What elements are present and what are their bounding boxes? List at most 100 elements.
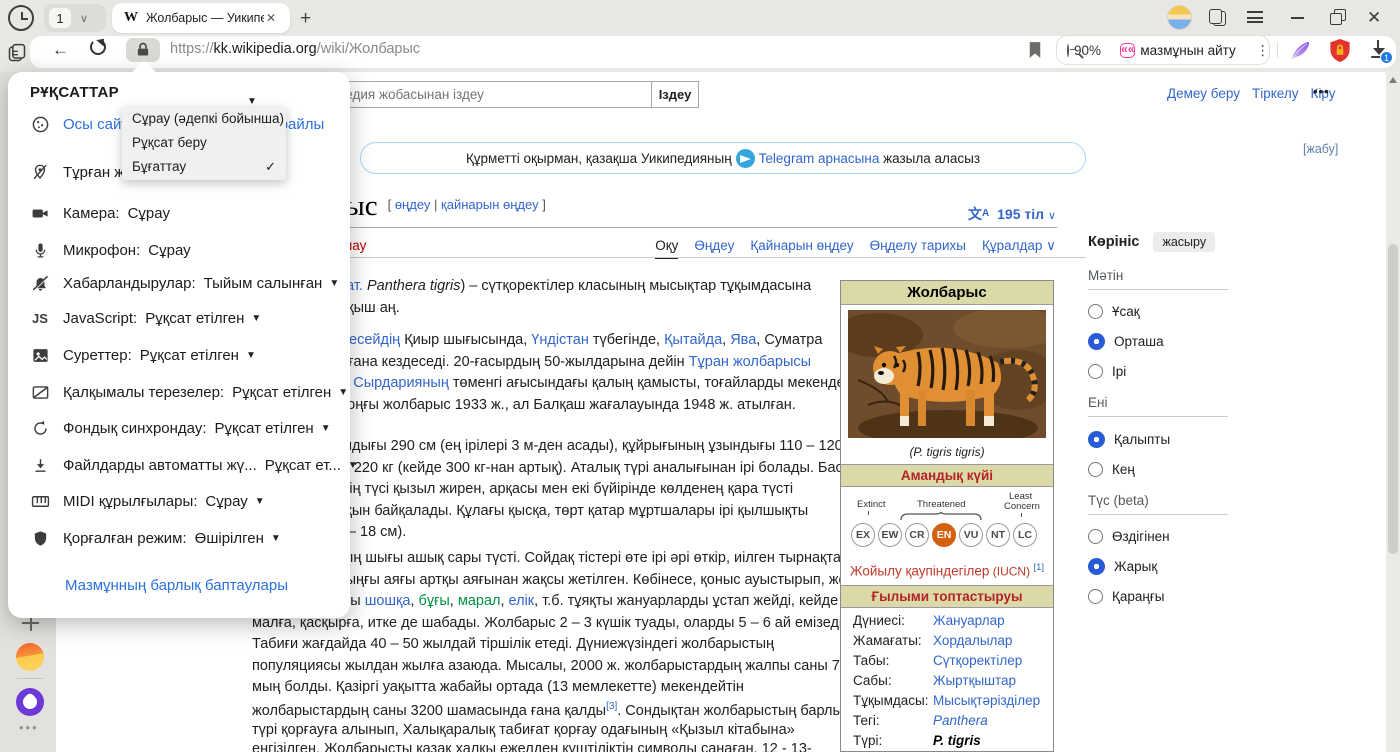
tiger-image[interactable]	[841, 305, 1053, 443]
permission-row-microphone[interactable]: Микрофон:Сұрау	[30, 240, 191, 260]
article-link[interactable]: марал	[458, 593, 501, 609]
article-link[interactable]: Ява	[730, 332, 756, 348]
article-link[interactable]: елік	[509, 593, 535, 609]
article-link[interactable]: Сырдарияның	[353, 375, 449, 391]
taxonomy-value[interactable]: Жануарлар	[933, 613, 1005, 628]
back-icon[interactable]: ←	[52, 40, 69, 60]
title-edit-links[interactable]: [ өңдеу | қайнарын өңдеу ]	[388, 197, 546, 212]
telegram-link[interactable]: Telegram арнасына	[759, 151, 880, 166]
read-aloud-button[interactable]: мазмұнын айту	[1140, 43, 1235, 58]
permission-label: JavaScript:	[63, 310, 137, 327]
appearance-option-Өздігінен[interactable]: Өздігінен	[1088, 529, 1228, 544]
zoom-out-icon[interactable]	[1067, 44, 1069, 57]
new-tab-button[interactable]: +	[300, 8, 311, 30]
appearance-option-Қараңғы[interactable]: Қараңғы	[1088, 589, 1228, 604]
page-scrollbar[interactable]	[1386, 72, 1400, 752]
view-tab-Өңделу тарихы[interactable]: Өңделу тарихы	[870, 238, 966, 259]
infobox-title: Жолбарыс	[841, 281, 1053, 305]
appearance-option-Қалыпты[interactable]: Қалыпты	[1088, 431, 1228, 448]
chevron-down-icon: ▼	[255, 496, 265, 507]
scroll-up-icon[interactable]	[1389, 77, 1397, 83]
radio-icon[interactable]	[1088, 529, 1103, 544]
permission-row-midi[interactable]: MIDI құрылғылары:Сұрау▼	[30, 491, 265, 511]
language-selector[interactable]: 文A 195 тіл ∨	[968, 204, 1056, 224]
wiki-top-link[interactable]: Тіркелу	[1252, 86, 1299, 101]
wiki-more-links-icon[interactable]: •••	[1313, 84, 1330, 99]
taxonomy-label: Сабы:	[853, 673, 933, 688]
yandex-service-icon[interactable]	[16, 643, 44, 671]
browser-tab[interactable]: W Жолбарыс — Уикипеди ✕	[112, 3, 290, 33]
scrollbar-thumb[interactable]	[1388, 244, 1398, 554]
protect-shield-icon[interactable]	[1328, 38, 1352, 63]
dropdown-option[interactable]: Сұрау (әдепкі бойынша)	[122, 107, 286, 131]
permission-row-images[interactable]: Суреттер:Рұқсат етілген▼	[30, 345, 256, 365]
more-options-icon[interactable]: ⋮	[1256, 42, 1270, 59]
permission-row-sync[interactable]: Фондық синхрондау:Рұқсат етілген▼	[30, 418, 331, 438]
wiki-search-button[interactable]: Іздеу	[651, 81, 699, 108]
appearance-option-Кең[interactable]: Кең	[1088, 462, 1228, 477]
banner-close-link[interactable]: [жабу]	[1303, 142, 1338, 156]
location-caret-icon[interactable]: ▼	[247, 96, 257, 107]
taxonomy-value[interactable]: Мысықтәрізділер	[933, 693, 1040, 708]
radio-icon[interactable]	[1088, 462, 1103, 477]
appearance-option-Ұсақ[interactable]: Ұсақ	[1088, 304, 1228, 319]
site-lock-chip[interactable]	[126, 38, 160, 62]
radio-icon[interactable]	[1088, 558, 1105, 575]
radio-icon[interactable]	[1088, 333, 1105, 350]
radio-icon[interactable]	[1088, 589, 1103, 604]
close-button[interactable]: ✕	[1367, 8, 1381, 28]
downloads-icon[interactable]: 1	[1368, 39, 1390, 61]
sidebar-notes-icon[interactable]	[7, 42, 27, 64]
permission-row-autodownload[interactable]: Файлдарды автоматты жү...Рұқсат ет...▼	[30, 455, 358, 475]
taxonomy-value[interactable]: Хордалылар	[933, 633, 1012, 648]
tab-close-icon[interactable]: ✕	[266, 11, 276, 25]
wiki-search-input[interactable]	[300, 81, 652, 108]
zoom-level[interactable]: 90%	[1074, 43, 1101, 58]
alice-assistant-icon[interactable]	[16, 688, 44, 716]
article-link[interactable]: Тұран жолбарысы	[689, 354, 811, 370]
bookmark-icon[interactable]	[1028, 41, 1042, 59]
panels-icon[interactable]	[1209, 9, 1227, 27]
article-link[interactable]: [3]	[606, 701, 617, 712]
permission-row-shield[interactable]: Қорғалған режим:Өшірілген▼	[30, 528, 281, 548]
menu-icon[interactable]	[1247, 11, 1263, 23]
radio-icon[interactable]	[1088, 304, 1103, 319]
minimize-button[interactable]	[1291, 17, 1304, 19]
appearance-option-Жарық[interactable]: Жарық	[1088, 558, 1228, 575]
telegram-icon	[736, 149, 755, 168]
url-bar[interactable]: https://kk.wikipedia.org/wiki/Жолбарыс	[170, 41, 420, 57]
article-link[interactable]: бұғы	[419, 593, 450, 609]
editor-feather-icon[interactable]	[1289, 39, 1312, 62]
permission-row-camera[interactable]: Камера:Сұрау	[30, 203, 170, 223]
view-tab-Құралдар ∨[interactable]: Құралдар ∨	[982, 238, 1056, 259]
view-tab-Қайнарын өңдеу[interactable]: Қайнарын өңдеу	[750, 238, 853, 259]
history-icon[interactable]	[8, 5, 34, 31]
permission-row-notifications-off[interactable]: Хабарландырулар:Тыйым салынған▼	[30, 273, 339, 293]
taxonomy-value[interactable]: Panthera	[933, 713, 988, 728]
taxonomy-value[interactable]: Жыртқыштар	[933, 673, 1016, 688]
tab-counter-button[interactable]: 1 ∨	[44, 4, 106, 32]
permission-row-popup[interactable]: Қалқымалы терезелер:Рұқсат етілген▼	[30, 382, 348, 402]
article-link[interactable]: Қытайда	[664, 332, 722, 348]
telegram-banner: Құрметті оқырман, қазақша Уикипедияның T…	[360, 142, 1086, 174]
dropdown-option[interactable]: Бұғаттау✓	[122, 155, 286, 179]
reload-icon[interactable]	[90, 39, 106, 55]
permission-row-js[interactable]: JSJavaScript:Рұқсат етілген▼	[30, 308, 261, 328]
wiki-top-link[interactable]: Демеу беру	[1167, 86, 1240, 101]
restore-button[interactable]	[1330, 9, 1347, 26]
sidebar-more-icon[interactable]: •••	[19, 720, 39, 735]
radio-icon[interactable]	[1088, 364, 1103, 379]
appearance-option-Ірі[interactable]: Ірі	[1088, 364, 1228, 379]
article-link[interactable]: Үндістан	[531, 332, 589, 348]
radio-icon[interactable]	[1088, 431, 1105, 448]
status-link-line[interactable]: Жойылу қаупіндегілер (IUCN) [1]	[841, 559, 1053, 585]
profile-avatar[interactable]	[1167, 5, 1192, 30]
content-settings-link[interactable]: Мазмұнның барлық баптаулары	[65, 577, 288, 594]
appearance-option-Орташа[interactable]: Орташа	[1088, 333, 1228, 350]
dropdown-option[interactable]: Рұқсат беру	[122, 131, 286, 155]
appearance-hide-button[interactable]: жасыру	[1153, 232, 1215, 252]
view-tab-Оқу[interactable]: Оқу	[655, 238, 678, 259]
view-tab-Өңдеу[interactable]: Өңдеу	[694, 238, 734, 259]
article-link[interactable]: шошқа	[365, 593, 411, 609]
taxonomy-value[interactable]: Сүтқоректілер	[933, 653, 1022, 668]
